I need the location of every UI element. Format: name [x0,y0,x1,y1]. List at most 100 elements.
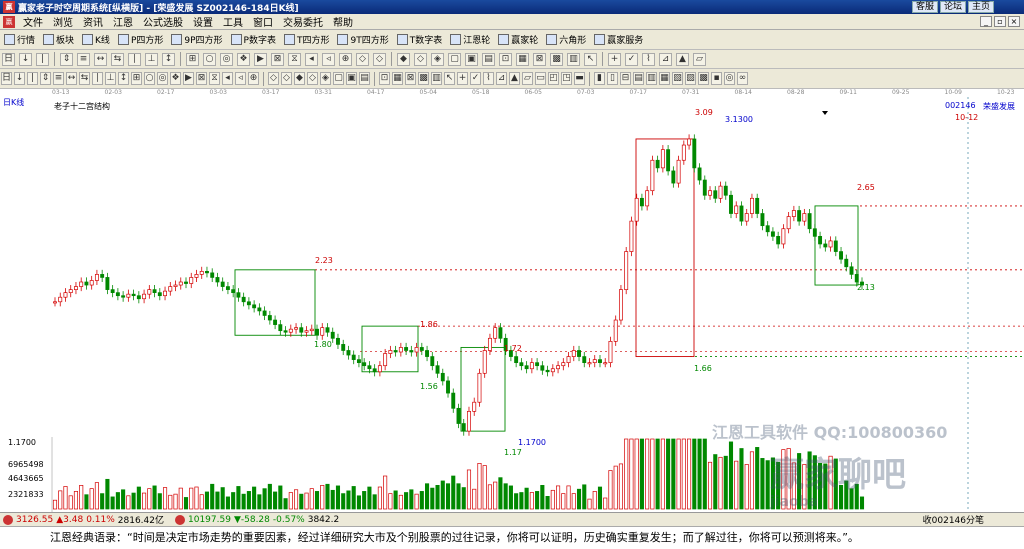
menu-gann[interactable]: 江恩 [108,14,138,29]
link-home[interactable]: 主页 [967,1,994,13]
analysis-tool-52-icon[interactable]: ▩ [698,72,709,85]
analysis-tool-19-icon[interactable]: ⊕ [248,72,259,85]
analysis-tool-53-icon[interactable]: ▪ [711,72,722,85]
analysis-tool-40-icon[interactable]: ▭ [535,72,546,85]
analysis-tool-3-icon[interactable]: ⇕ [40,72,51,85]
analysis-tool-20-icon[interactable]: ◇ [268,72,279,85]
analysis-tool-14-icon[interactable]: ▶ [183,72,194,85]
analysis-tool-23-icon[interactable]: ◇ [307,72,318,85]
draw-tool-39-icon[interactable]: ▱ [693,52,706,66]
toolbar-button-winner-wheel[interactable]: 赢家轮 [494,31,542,49]
analysis-tool-12-icon[interactable]: ◎ [157,72,168,85]
analysis-tool-24-icon[interactable]: ◈ [320,72,331,85]
analysis-tool-18-icon[interactable]: ◃ [235,72,246,85]
draw-tool-27-icon[interactable]: ▤ [482,52,495,66]
toolbar-button-p-square[interactable]: P四方形 [114,31,167,49]
analysis-tool-55-icon[interactable]: ∞ [737,72,748,85]
analysis-tool-48-icon[interactable]: ▥ [646,72,657,85]
draw-tool-8-icon[interactable]: ⊥ [145,52,158,66]
draw-tool-18-icon[interactable]: ◃ [322,52,335,66]
analysis-tool-34-icon[interactable]: + [457,72,468,85]
draw-tool-7-icon[interactable]: ∣ [128,52,141,66]
analysis-tool-13-icon[interactable]: ❖ [170,72,181,85]
analysis-tool-51-icon[interactable]: ▨ [685,72,696,85]
analysis-tool-36-icon[interactable]: ⌇ [483,72,494,85]
draw-tool-12-icon[interactable]: ◎ [220,52,233,66]
link-forum[interactable]: 论坛 [939,1,966,13]
analysis-tool-28-icon[interactable]: ⊡ [379,72,390,85]
menu-window[interactable]: 窗口 [248,14,278,29]
draw-tool-22-icon[interactable]: ◆ [397,52,410,66]
menu-browse[interactable]: 浏览 [48,14,78,29]
analysis-tool-30-icon[interactable]: ⊠ [405,72,416,85]
draw-tool-30-icon[interactable]: ⊠ [533,52,546,66]
link-service[interactable]: 客服 [911,1,938,13]
analysis-tool-31-icon[interactable]: ▩ [418,72,429,85]
analysis-tool-45-icon[interactable]: ▯ [607,72,618,85]
draw-tool-31-icon[interactable]: ▩ [550,52,563,66]
analysis-tool-32-icon[interactable]: ▥ [431,72,442,85]
analysis-tool-43-icon[interactable]: ▬ [574,72,585,85]
menu-info[interactable]: 资讯 [78,14,108,29]
draw-tool-28-icon[interactable]: ⊡ [499,52,512,66]
draw-tool-0-icon[interactable]: 日 [2,52,15,66]
analysis-tool-8-icon[interactable]: ⊥ [105,72,116,85]
toolbar-button-t-square[interactable]: T四方形 [280,31,334,49]
toolbar-button-9p-square[interactable]: 9P四方形 [167,31,226,49]
analysis-tool-7-icon[interactable]: ∣ [92,72,103,85]
analysis-tool-22-icon[interactable]: ◆ [294,72,305,85]
draw-tool-32-icon[interactable]: ▥ [567,52,580,66]
analysis-tool-25-icon[interactable]: ▢ [333,72,344,85]
analysis-tool-1-icon[interactable]: ↓ [14,72,25,85]
draw-tool-29-icon[interactable]: ▦ [516,52,529,66]
draw-tool-36-icon[interactable]: ⌇ [642,52,655,66]
analysis-tool-38-icon[interactable]: ▲ [509,72,520,85]
toolbar-button-p-number[interactable]: P数字表 [227,31,280,49]
analysis-tool-15-icon[interactable]: ⊠ [196,72,207,85]
draw-tool-34-icon[interactable]: + [608,52,621,66]
restore-icon[interactable]: ▫ [994,16,1006,27]
analysis-tool-42-icon[interactable]: ◳ [561,72,572,85]
analysis-tool-44-icon[interactable]: ▮ [594,72,605,85]
menu-file[interactable]: 文件 [18,14,48,29]
draw-tool-2-icon[interactable]: | [36,52,49,66]
toolbar-button-t-number[interactable]: T数字表 [393,31,447,49]
draw-tool-26-icon[interactable]: ▣ [465,52,478,66]
draw-tool-6-icon[interactable]: ⇆ [111,52,124,66]
toolbar-button-kline[interactable]: K线 [78,31,114,49]
draw-tool-37-icon[interactable]: ⊿ [659,52,672,66]
analysis-tool-35-icon[interactable]: ✓ [470,72,481,85]
menu-formula[interactable]: 公式选股 [138,14,188,29]
draw-tool-16-icon[interactable]: ⧖ [288,52,301,66]
analysis-tool-50-icon[interactable]: ▧ [672,72,683,85]
toolbar-button-gann-wheel[interactable]: 江恩轮 [446,31,494,49]
draw-tool-9-icon[interactable]: ↕ [162,52,175,66]
draw-tool-5-icon[interactable]: ↔ [94,52,107,66]
draw-tool-33-icon[interactable]: ↖ [584,52,597,66]
close-icon[interactable]: × [1008,16,1020,27]
toolbar-button-sector[interactable]: 板块 [39,31,78,49]
menu-tools[interactable]: 工具 [218,14,248,29]
analysis-tool-6-icon[interactable]: ⇆ [79,72,90,85]
analysis-tool-54-icon[interactable]: ◎ [724,72,735,85]
analysis-tool-4-icon[interactable]: ≡ [53,72,64,85]
draw-tool-15-icon[interactable]: ⊠ [271,52,284,66]
toolbar-button-ticker[interactable]: 行情 [0,31,39,49]
menu-settings[interactable]: 设置 [188,14,218,29]
draw-tool-23-icon[interactable]: ◇ [414,52,427,66]
analysis-tool-2-icon[interactable]: | [27,72,38,85]
toolbar-button-service[interactable]: 赢家服务 [590,31,647,49]
draw-tool-21-icon[interactable]: ◇ [373,52,386,66]
analysis-tool-11-icon[interactable]: ○ [144,72,155,85]
analysis-tool-49-icon[interactable]: ▦ [659,72,670,85]
draw-tool-10-icon[interactable]: ⊞ [186,52,199,66]
draw-tool-17-icon[interactable]: ◂ [305,52,318,66]
draw-tool-13-icon[interactable]: ❖ [237,52,250,66]
analysis-tool-17-icon[interactable]: ◂ [222,72,233,85]
analysis-tool-9-icon[interactable]: ↕ [118,72,129,85]
analysis-tool-10-icon[interactable]: ⊞ [131,72,142,85]
draw-tool-35-icon[interactable]: ✓ [625,52,638,66]
menu-help[interactable]: 帮助 [328,14,358,29]
draw-tool-3-icon[interactable]: ⇕ [60,52,73,66]
analysis-tool-26-icon[interactable]: ▣ [346,72,357,85]
